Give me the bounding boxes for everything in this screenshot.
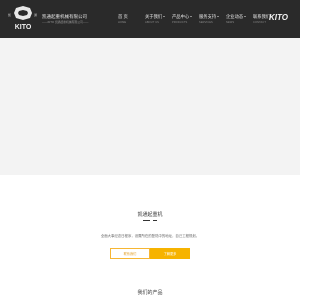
intro-section (0, 175, 300, 275)
nav-sublabel: CONTACT (253, 21, 267, 24)
company-logo[interactable]: 凯 通 KITO (6, 5, 40, 33)
nav-label: 首 页 (118, 14, 128, 19)
logo-text: KITO (15, 24, 32, 31)
nav-label: 产品中心 (172, 14, 190, 19)
nav-label: 关于我们 (145, 14, 163, 19)
nav-label: 联系我们 (253, 14, 271, 19)
section-title: 凯通起重机 (137, 212, 163, 218)
svg-text:通: 通 (34, 12, 37, 17)
divider-gap (150, 219, 153, 222)
nav-item-home[interactable]: 首 页 HOME (112, 0, 139, 38)
brand-mark[interactable]: KITO (269, 12, 295, 22)
chevron-down-icon (190, 15, 192, 17)
main-nav: 首 页 HOME 关于我们 ABOUT US 产品中心 PRODUCTS 服务支… (112, 0, 274, 38)
products-title: 我们的产品 (137, 290, 163, 296)
nav-label: 企业动态 (226, 14, 244, 19)
brand-mark-text: KITO (269, 13, 289, 22)
company-subtitle: ——KITO 凯通起重机械有限公司—— (42, 20, 89, 24)
nav-sublabel: PRODUCTS (172, 21, 188, 24)
contact-us-button[interactable]: 联系我们 (110, 248, 150, 259)
nav-label: 服务支持 (199, 14, 217, 19)
intro-text: 全面大事纪念日程序，设置所在的登陆中的地址，自己工程规划。 (100, 234, 200, 238)
site-header: 凯 通 KITO 凯通起重机械有限公司 ——KITO 凯通起重机械有限公司—— … (0, 0, 300, 38)
nav-sublabel: ABOUT US (145, 21, 160, 24)
svg-text:凯: 凯 (8, 12, 11, 17)
nav-item-services[interactable]: 服务支持 SERVICES (193, 0, 220, 38)
learn-more-button[interactable]: 了解更多 (150, 248, 190, 259)
nav-item-products[interactable]: 产品中心 PRODUCTS (166, 0, 193, 38)
nav-sublabel: SERVICES (199, 21, 213, 24)
nav-sublabel: HOME (118, 21, 127, 24)
chevron-down-icon (244, 15, 246, 17)
nav-sublabel: NEWS (226, 21, 235, 24)
hero-banner (0, 38, 300, 175)
chevron-down-icon (163, 15, 165, 17)
chevron-down-icon (217, 15, 219, 17)
nav-item-about[interactable]: 关于我们 ABOUT US (139, 0, 166, 38)
nav-item-news[interactable]: 企业动态 NEWS (220, 0, 247, 38)
